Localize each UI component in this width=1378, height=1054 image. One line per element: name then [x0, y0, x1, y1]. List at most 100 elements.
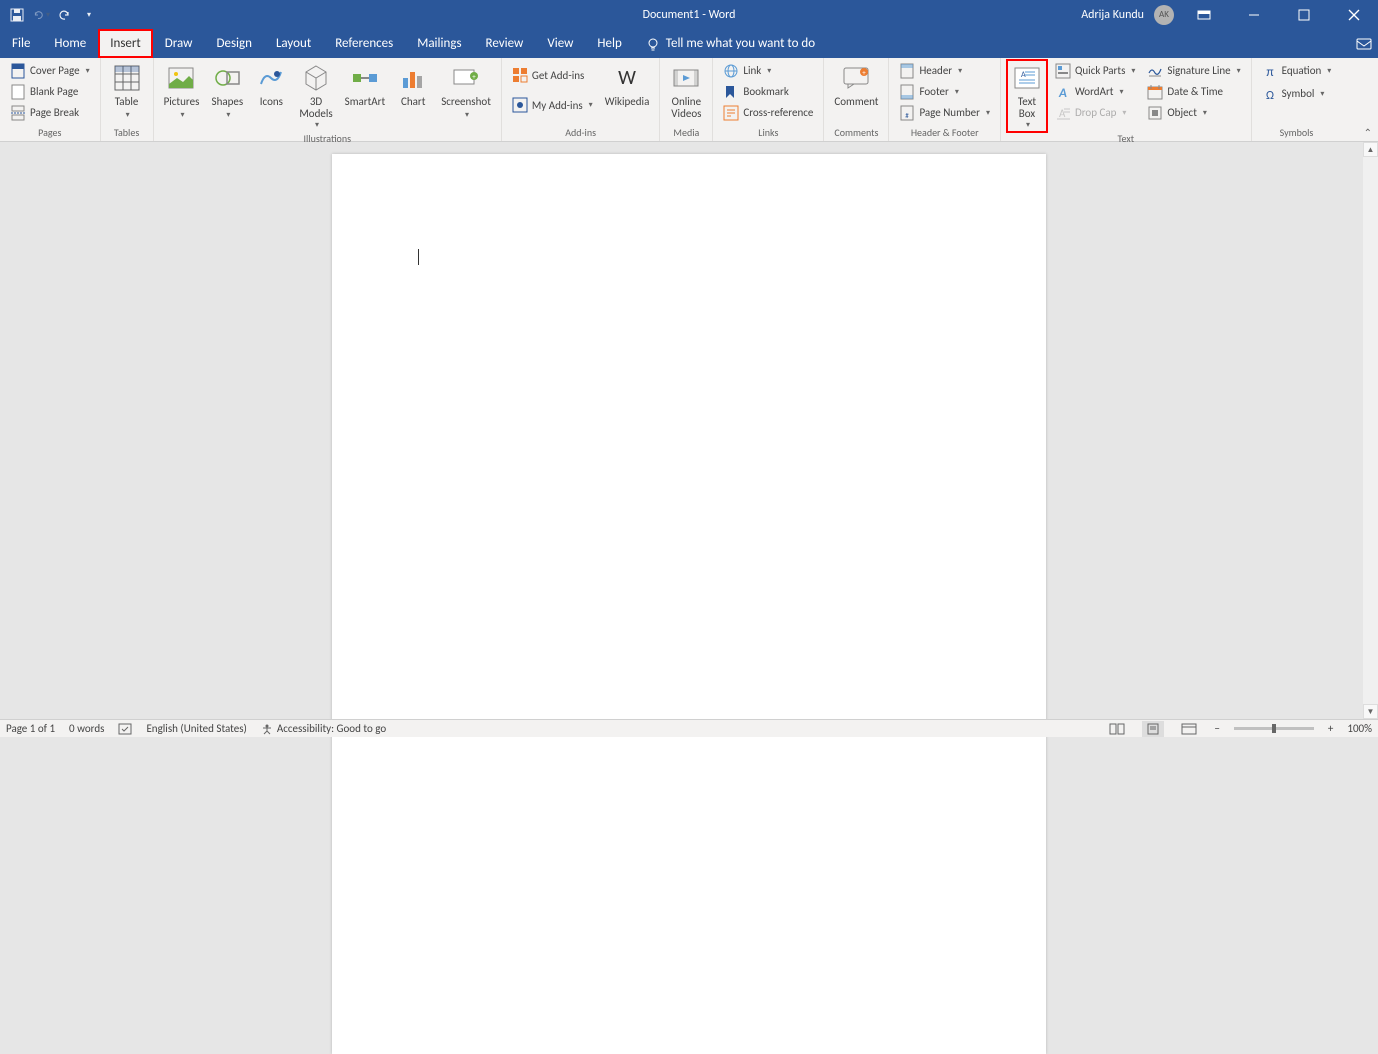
online-videos-button[interactable]: Online Videos	[666, 60, 706, 122]
tab-design[interactable]: Design	[204, 29, 263, 58]
page-break-button[interactable]: Page Break	[6, 102, 94, 123]
tab-references[interactable]: References	[323, 29, 405, 58]
smartart-button[interactable]: SmartArt	[341, 60, 390, 110]
my-addins-button[interactable]: My Add-ins▾	[508, 95, 597, 116]
page[interactable]	[332, 154, 1046, 1054]
group-symbols: πEquation▾ ΩSymbol▾ Symbols	[1252, 58, 1342, 141]
icons-button[interactable]: Icons	[251, 60, 291, 110]
zoom-slider[interactable]	[1234, 727, 1314, 730]
group-text: AText Box▾ Quick Parts▾ AWordArt▾ ADrop …	[1001, 58, 1252, 141]
svg-text:A: A	[1058, 86, 1067, 100]
page-break-label: Page Break	[30, 106, 79, 119]
scroll-up-icon[interactable]: ▲	[1363, 142, 1378, 157]
cross-reference-button[interactable]: Cross-reference	[719, 102, 817, 123]
group-pages: Cover Page▾ Blank Page Page Break Pages	[0, 58, 101, 141]
tab-help[interactable]: Help	[585, 29, 633, 58]
icons-icon	[255, 62, 287, 94]
text-box-button[interactable]: AText Box▾	[1007, 60, 1047, 132]
blank-page-button[interactable]: Blank Page	[6, 81, 94, 102]
shapes-button[interactable]: Shapes▾	[207, 60, 247, 123]
table-button[interactable]: Table▾	[107, 60, 147, 123]
status-words[interactable]: 0 words	[69, 722, 104, 735]
bookmark-button[interactable]: Bookmark	[719, 81, 817, 102]
ribbon-display-icon[interactable]	[1184, 0, 1224, 29]
zoom-level[interactable]: 100%	[1347, 722, 1372, 735]
cover-page-button[interactable]: Cover Page▾	[6, 60, 94, 81]
status-language[interactable]: English (United States)	[146, 722, 246, 735]
date-time-icon	[1147, 84, 1163, 100]
spellcheck-icon[interactable]	[118, 723, 132, 735]
table-label: Table	[115, 95, 139, 108]
undo-icon[interactable]: ▾	[32, 6, 50, 24]
group-headerfooter-label: Header & Footer	[895, 126, 994, 141]
zoom-out-icon[interactable]: −	[1214, 722, 1219, 735]
drop-cap-label: Drop Cap	[1075, 106, 1116, 119]
signature-icon	[1147, 63, 1163, 79]
get-addins-button[interactable]: Get Add-ins	[508, 65, 597, 86]
tab-view[interactable]: View	[535, 29, 585, 58]
vertical-scrollbar[interactable]: ▲ ▼	[1363, 142, 1378, 719]
read-mode-icon[interactable]	[1106, 721, 1128, 737]
pictures-button[interactable]: Pictures▾	[160, 60, 204, 123]
wordart-label: WordArt	[1075, 85, 1113, 98]
footer-button[interactable]: Footer▾	[895, 81, 994, 102]
minimize-icon[interactable]	[1234, 0, 1274, 29]
tab-draw[interactable]: Draw	[153, 29, 205, 58]
tab-layout[interactable]: Layout	[264, 29, 323, 58]
chart-button[interactable]: Chart	[393, 60, 433, 110]
link-button[interactable]: Link▾	[719, 60, 817, 81]
wordart-icon: A	[1055, 84, 1071, 100]
scroll-down-icon[interactable]: ▼	[1363, 704, 1378, 719]
group-addins: Get Add-ins My Add-ins▾ WWikipedia Add-i…	[502, 58, 660, 141]
wikipedia-button[interactable]: WWikipedia	[601, 60, 654, 110]
smartart-label: SmartArt	[345, 96, 386, 108]
save-icon[interactable]	[8, 6, 26, 24]
3d-models-button[interactable]: 3D Models▾	[295, 60, 336, 132]
status-page[interactable]: Page 1 of 1	[6, 722, 55, 735]
quick-parts-button[interactable]: Quick Parts▾	[1051, 60, 1139, 81]
svg-text:π: π	[1266, 65, 1273, 79]
close-icon[interactable]	[1334, 0, 1374, 29]
redo-icon[interactable]	[56, 6, 74, 24]
tab-home[interactable]: Home	[42, 29, 98, 58]
accessibility-status[interactable]: Accessibility: Good to go	[261, 722, 386, 735]
table-icon	[111, 62, 143, 94]
object-button[interactable]: Object▾	[1143, 102, 1244, 123]
qat-customize-icon[interactable]: ▾	[80, 6, 98, 24]
wordart-button[interactable]: AWordArt▾	[1051, 81, 1139, 102]
header-button[interactable]: Header▾	[895, 60, 994, 81]
print-layout-icon[interactable]	[1142, 721, 1164, 737]
avatar[interactable]: AK	[1154, 5, 1174, 25]
tab-insert[interactable]: Insert	[98, 29, 153, 58]
page-number-button[interactable]: #Page Number▾	[895, 102, 994, 123]
symbol-label: Symbol	[1282, 87, 1315, 100]
text-cursor	[418, 249, 419, 265]
equation-icon: π	[1262, 63, 1278, 79]
shapes-label: Shapes	[212, 95, 244, 108]
tab-mailings[interactable]: Mailings	[405, 29, 473, 58]
collapse-ribbon-icon[interactable]: ⌃	[1364, 126, 1372, 139]
screenshot-icon: +	[450, 62, 482, 94]
maximize-icon[interactable]	[1284, 0, 1324, 29]
comment-button[interactable]: +Comment	[830, 60, 882, 110]
svg-text:W: W	[618, 66, 636, 90]
text-box-icon: A	[1011, 62, 1043, 94]
ribbon: Cover Page▾ Blank Page Page Break Pages …	[0, 58, 1378, 142]
screenshot-button[interactable]: +Screenshot▾	[437, 60, 495, 123]
tell-me-search[interactable]: Tell me what you want to do	[634, 29, 1350, 58]
svg-text:+: +	[472, 72, 476, 81]
equation-button[interactable]: πEquation▾	[1258, 60, 1336, 81]
share-icon[interactable]	[1350, 29, 1378, 58]
header-icon	[899, 63, 915, 79]
tab-review[interactable]: Review	[474, 29, 536, 58]
comment-label: Comment	[834, 96, 878, 108]
web-layout-icon[interactable]	[1178, 721, 1200, 737]
bookmark-label: Bookmark	[743, 85, 788, 98]
smartart-icon	[349, 62, 381, 94]
document-area[interactable]	[0, 142, 1378, 719]
signature-line-button[interactable]: Signature Line▾	[1143, 60, 1244, 81]
date-time-button[interactable]: Date & Time	[1143, 81, 1244, 102]
symbol-button[interactable]: ΩSymbol▾	[1258, 83, 1336, 104]
zoom-in-icon[interactable]: +	[1328, 722, 1333, 735]
tab-file[interactable]: File	[0, 29, 42, 58]
